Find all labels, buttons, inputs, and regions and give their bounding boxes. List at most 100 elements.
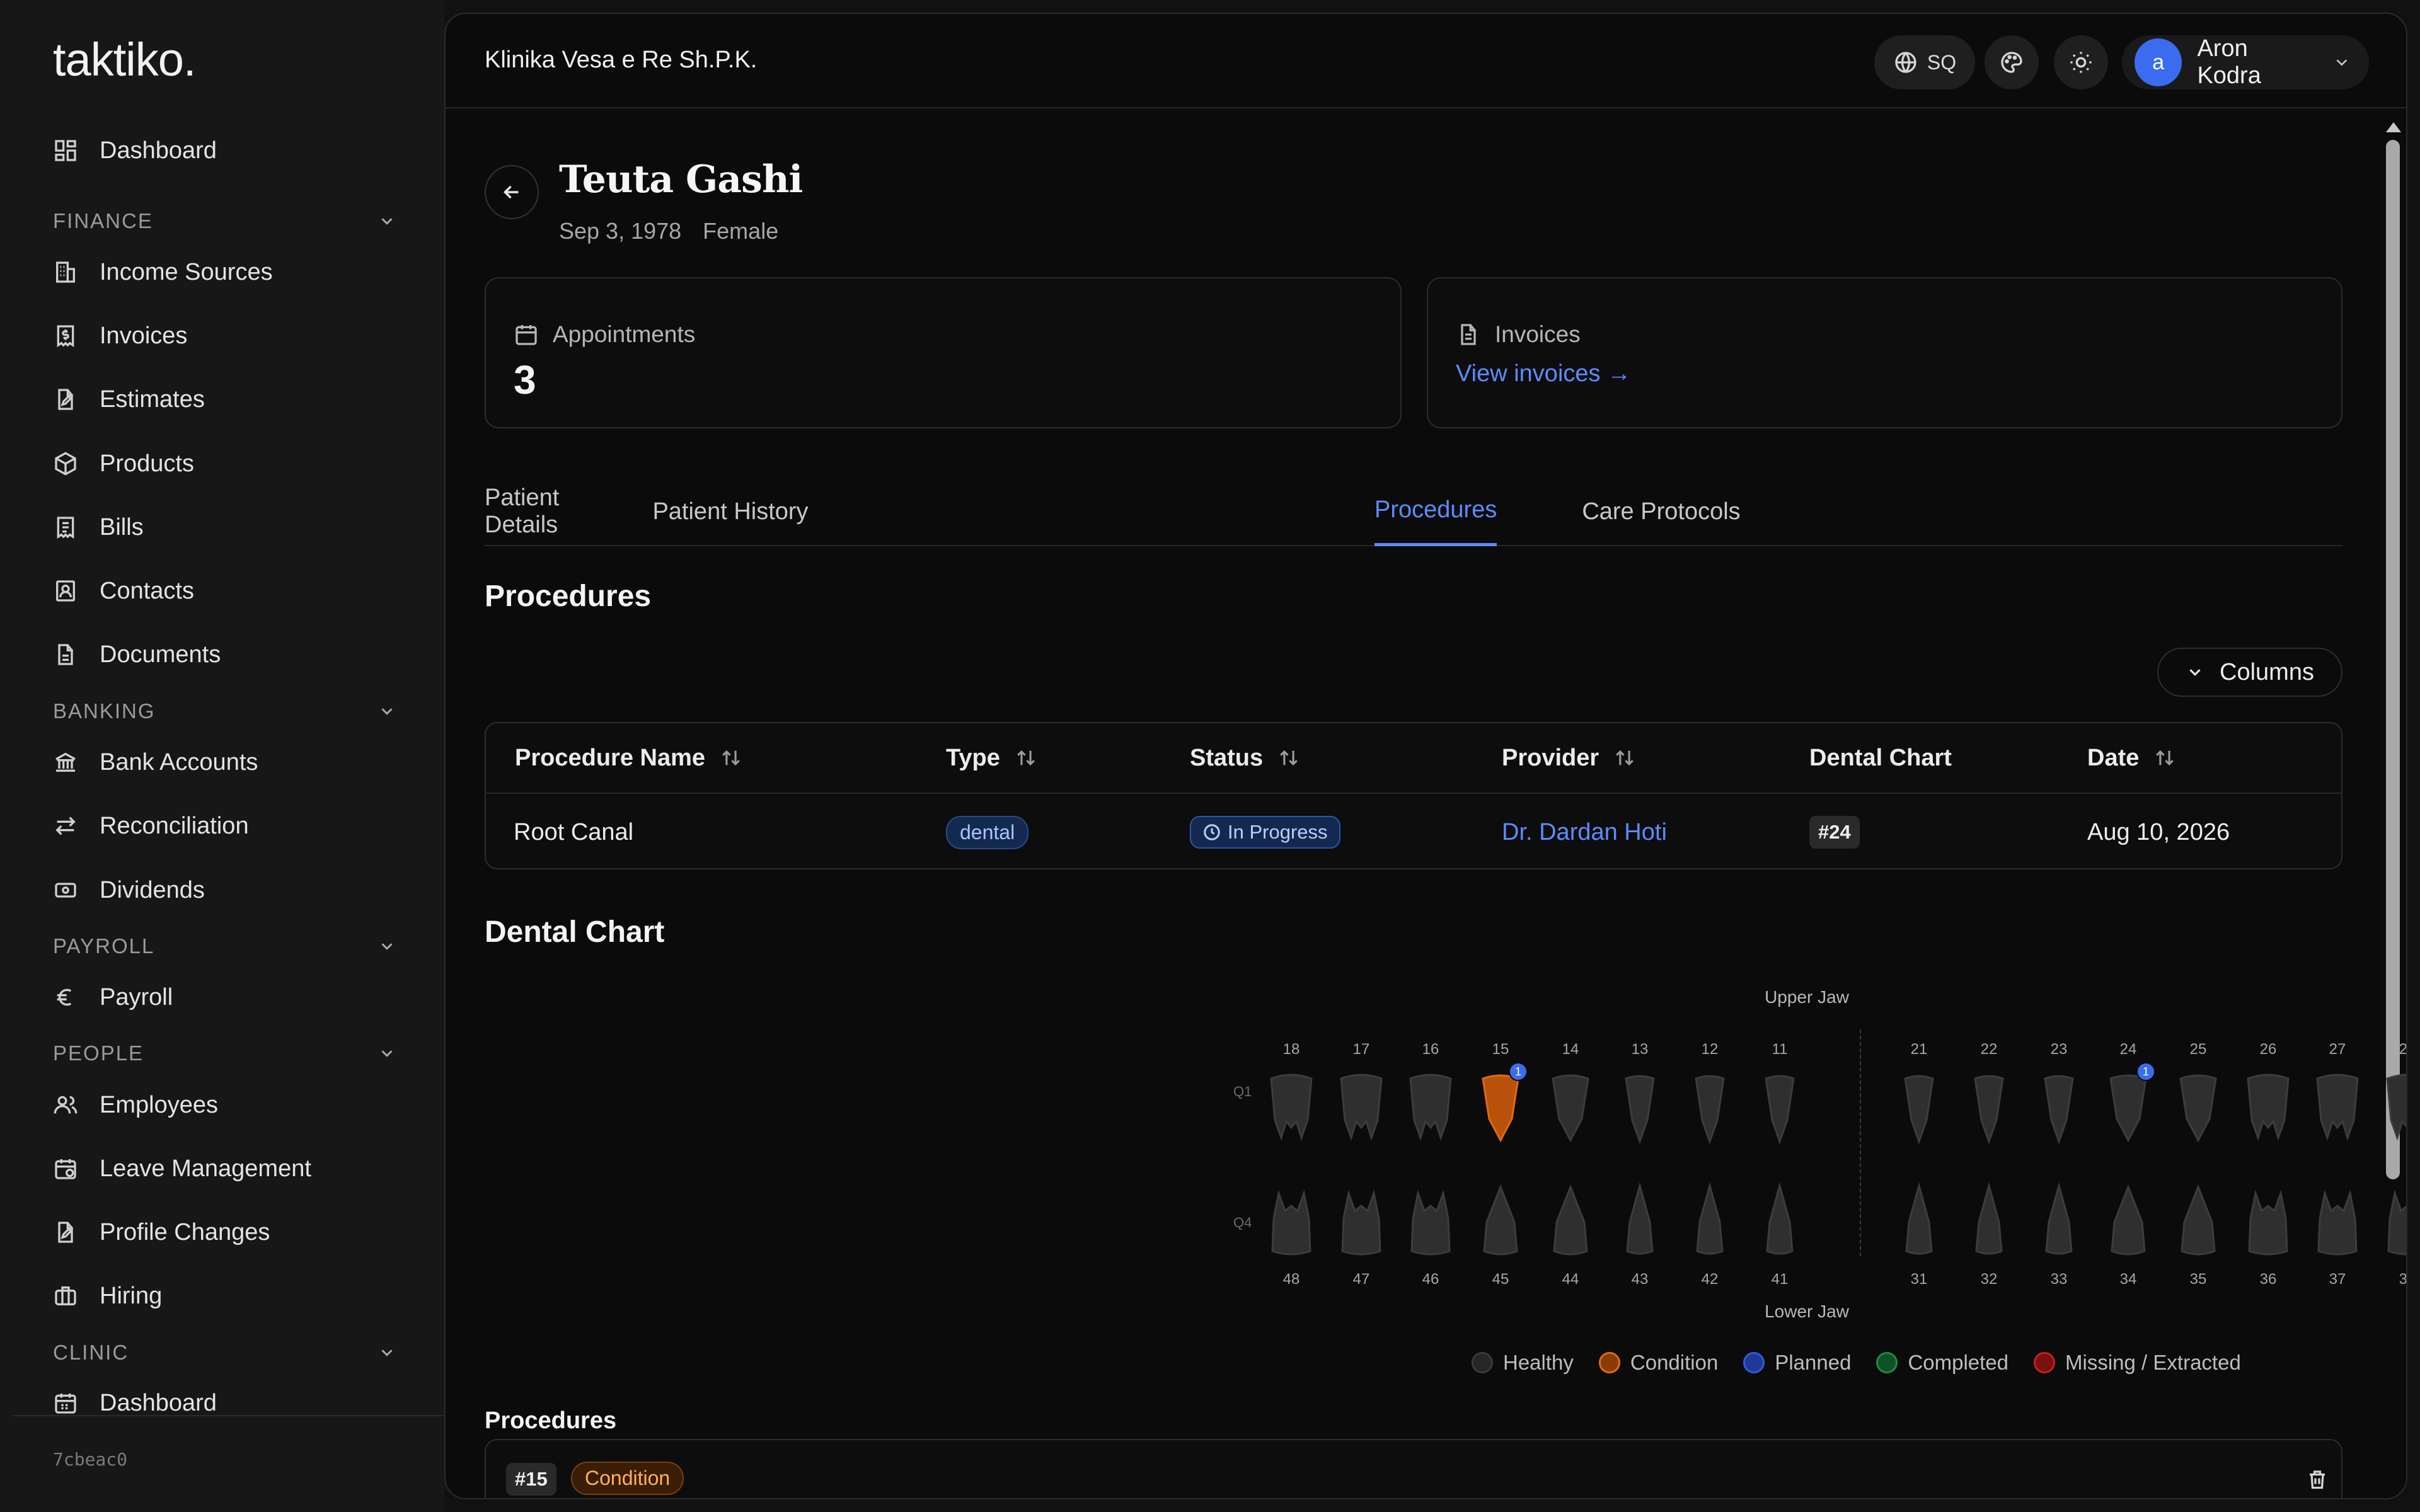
tooth-procedure-marker-24[interactable]: 1: [2136, 1062, 2155, 1081]
scrollbar-thumb[interactable]: [2386, 140, 2400, 1179]
sidebar-item-dividends[interactable]: Dividends: [53, 862, 406, 919]
tooth-38[interactable]: [2383, 1181, 2406, 1256]
table-row[interactable]: Root Canal dental In Progress Dr. Dardan…: [486, 793, 2341, 869]
tooth-22[interactable]: [1965, 1070, 2013, 1145]
tooth-number-28[interactable]: 28: [2399, 1041, 2406, 1058]
column-header-status[interactable]: Status: [1190, 723, 1299, 793]
tooth-number-42[interactable]: 42: [1702, 1271, 1719, 1288]
sidebar-item-bills[interactable]: Bills: [53, 499, 406, 556]
tooth-number-27[interactable]: 27: [2329, 1041, 2346, 1058]
tooth-procedure-marker-15[interactable]: 1: [1509, 1062, 1528, 1081]
sidebar-item-leave-management[interactable]: Leave Management: [53, 1140, 406, 1197]
sidebar-item-clinic-dashboard[interactable]: Dashboard: [53, 1375, 406, 1431]
sidebar-item-documents[interactable]: Documents: [53, 626, 406, 683]
sidebar-item-contacts[interactable]: Contacts: [53, 563, 406, 619]
tooth-33[interactable]: [2035, 1181, 2083, 1256]
tab-procedures[interactable]: Procedures: [1374, 477, 1497, 546]
tooth-number-13[interactable]: 13: [1632, 1041, 1649, 1058]
sidebar-item-reconciliation[interactable]: Reconciliation: [53, 798, 406, 854]
tooth-number-31[interactable]: 31: [1911, 1271, 1928, 1288]
tooth-28[interactable]: [2383, 1070, 2406, 1145]
tooth-44[interactable]: [1547, 1181, 1594, 1256]
tooth-34[interactable]: [2104, 1181, 2152, 1256]
group-people-toggle[interactable]: PEOPLE: [53, 1034, 396, 1072]
tooth-48[interactable]: [1267, 1181, 1315, 1256]
tooth-46[interactable]: [1407, 1181, 1455, 1256]
sort-icon[interactable]: [1278, 747, 1299, 769]
column-header-type[interactable]: Type: [946, 723, 1037, 793]
tooth-number-46[interactable]: 46: [1422, 1271, 1439, 1288]
sidebar-item-estimates[interactable]: Estimates: [53, 371, 406, 428]
sort-icon[interactable]: [1614, 747, 1635, 769]
tooth-25[interactable]: [2174, 1070, 2222, 1145]
theme-toggle-button[interactable]: [2054, 35, 2108, 89]
tooth-23[interactable]: [2035, 1070, 2083, 1145]
tooth-42[interactable]: [1686, 1181, 1734, 1256]
tooth-45[interactable]: [1477, 1181, 1524, 1256]
tooth-number-17[interactable]: 17: [1353, 1041, 1370, 1058]
group-finance-toggle[interactable]: FINANCE: [53, 202, 396, 240]
tooth-35[interactable]: [2174, 1181, 2222, 1256]
procedure-list-item[interactable]: #15 Condition: [485, 1439, 2342, 1498]
tooth-11[interactable]: [1756, 1070, 1804, 1145]
sort-icon[interactable]: [2154, 747, 2175, 769]
tooth-27[interactable]: [2313, 1070, 2361, 1145]
app-logo[interactable]: taktiko.: [53, 33, 196, 86]
group-clinic-toggle[interactable]: CLINIC: [53, 1334, 396, 1372]
tooth-41[interactable]: [1756, 1181, 1804, 1256]
tab-patient-details[interactable]: Patient Details: [485, 477, 621, 546]
tooth-number-24[interactable]: 24: [2120, 1041, 2137, 1058]
tooth-number-32[interactable]: 32: [1981, 1271, 1998, 1288]
sidebar-item-payroll[interactable]: Payroll: [53, 969, 406, 1026]
tooth-43[interactable]: [1616, 1181, 1664, 1256]
sort-icon[interactable]: [720, 747, 742, 769]
columns-button[interactable]: Columns: [2157, 648, 2342, 697]
tooth-15[interactable]: [1477, 1070, 1524, 1145]
column-header-provider[interactable]: Provider: [1502, 723, 1635, 793]
tooth-number-21[interactable]: 21: [1911, 1041, 1928, 1058]
sidebar-item-bank-accounts[interactable]: Bank Accounts: [53, 734, 406, 791]
tooth-number-23[interactable]: 23: [2051, 1041, 2068, 1058]
tooth-32[interactable]: [1965, 1181, 2013, 1256]
tab-patient-history[interactable]: Patient History: [636, 477, 825, 546]
tooth-31[interactable]: [1895, 1181, 1943, 1256]
group-payroll-toggle[interactable]: PAYROLL: [53, 927, 396, 965]
sidebar-item-hiring[interactable]: Hiring: [53, 1268, 406, 1324]
tooth-17[interactable]: [1337, 1070, 1385, 1145]
tooth-number-48[interactable]: 48: [1283, 1271, 1300, 1288]
back-button[interactable]: [485, 165, 539, 219]
tooth-number-47[interactable]: 47: [1353, 1271, 1370, 1288]
group-banking-toggle[interactable]: BANKING: [53, 692, 396, 730]
column-header-procedure-name[interactable]: Procedure Name: [515, 723, 742, 793]
tooth-number-25[interactable]: 25: [2190, 1041, 2207, 1058]
tooth-36[interactable]: [2244, 1181, 2292, 1256]
tab-care-protocols[interactable]: Care Protocols: [1567, 477, 1755, 546]
tooth-number-43[interactable]: 43: [1632, 1271, 1649, 1288]
tooth-26[interactable]: [2244, 1070, 2292, 1145]
tooth-24[interactable]: [2104, 1070, 2152, 1145]
tooth-number-38[interactable]: 38: [2399, 1271, 2406, 1288]
tooth-number-16[interactable]: 16: [1422, 1041, 1439, 1058]
tooth-number-37[interactable]: 37: [2329, 1271, 2346, 1288]
trash-icon[interactable]: [2306, 1468, 2329, 1491]
tooth-21[interactable]: [1895, 1070, 1943, 1145]
provider-link[interactable]: Dr. Dardan Hoti: [1502, 819, 1667, 846]
tooth-47[interactable]: [1337, 1181, 1385, 1256]
tooth-number-35[interactable]: 35: [2190, 1271, 2207, 1288]
tooth-number-22[interactable]: 22: [1981, 1041, 1998, 1058]
scroll-up-arrow[interactable]: [2386, 122, 2401, 132]
sidebar-item-dashboard[interactable]: Dashboard: [53, 122, 406, 179]
tooth-number-15[interactable]: 15: [1492, 1041, 1509, 1058]
tooth-number-11[interactable]: 11: [1772, 1041, 1788, 1058]
tooth-18[interactable]: [1267, 1070, 1315, 1145]
tooth-12[interactable]: [1686, 1070, 1734, 1145]
tooth-number-12[interactable]: 12: [1702, 1041, 1719, 1058]
view-invoices-link[interactable]: View invoices →: [1456, 360, 1631, 387]
tooth-number-45[interactable]: 45: [1492, 1271, 1509, 1288]
tooth-number-41[interactable]: 41: [1772, 1271, 1789, 1288]
tooth-number-26[interactable]: 26: [2260, 1041, 2277, 1058]
sidebar-item-income-sources[interactable]: Income Sources: [53, 244, 406, 301]
tooth-14[interactable]: [1547, 1070, 1594, 1145]
tooth-16[interactable]: [1407, 1070, 1455, 1145]
sort-icon[interactable]: [1015, 747, 1037, 769]
